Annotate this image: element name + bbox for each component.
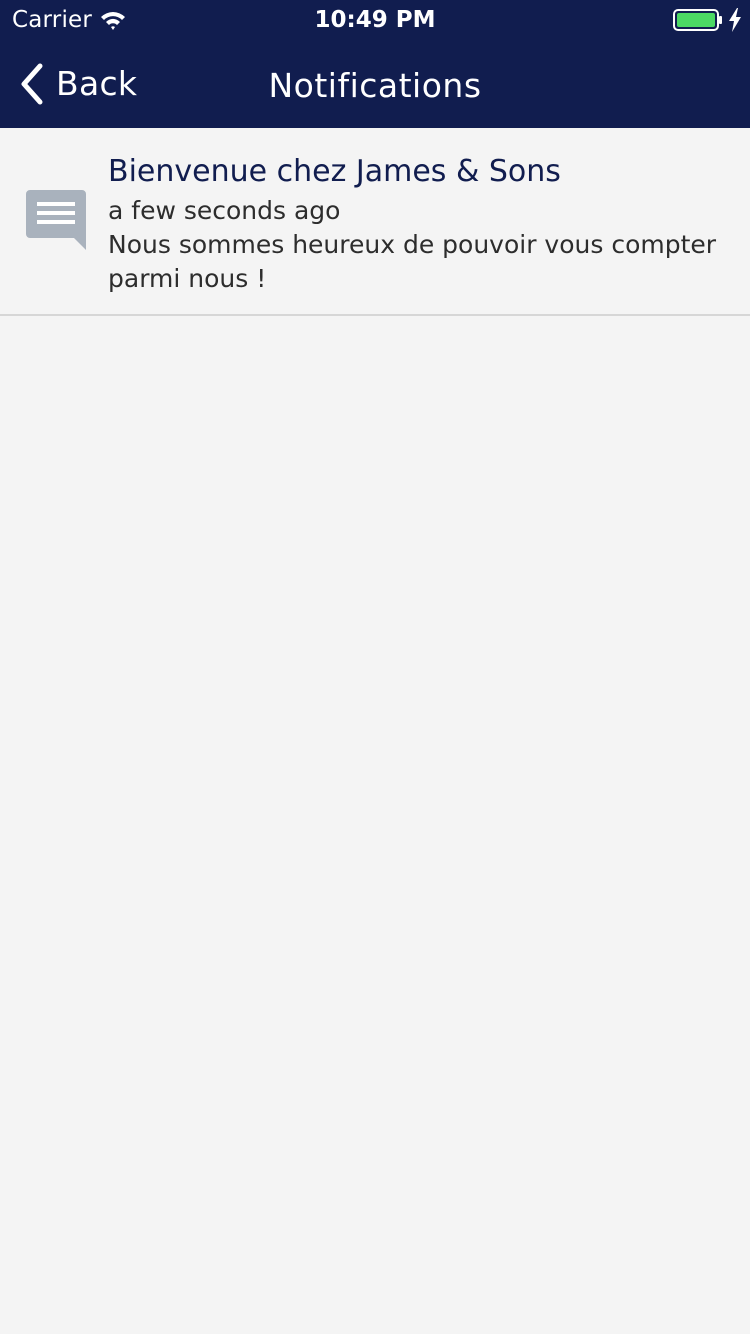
back-label: Back	[56, 64, 138, 103]
notification-item[interactable]: Bienvenue chez James & Sons a few second…	[0, 130, 750, 316]
status-bar: Carrier 10:49 PM	[0, 0, 750, 40]
notification-timestamp: a few seconds ago	[108, 196, 341, 225]
chevron-left-icon	[21, 63, 43, 105]
notification-title: Bienvenue chez James & Sons	[108, 154, 561, 189]
battery-full-icon	[673, 9, 722, 31]
message-icon	[26, 190, 86, 250]
back-button[interactable]: Back	[18, 60, 137, 108]
status-time: 10:49 PM	[314, 7, 436, 33]
notification-body: Nous sommes heureux de pouvoir vous comp…	[108, 230, 717, 293]
navigation-header: Carrier 10:49 PM Back Notifications	[0, 0, 750, 128]
charging-bolt-icon	[729, 8, 741, 32]
